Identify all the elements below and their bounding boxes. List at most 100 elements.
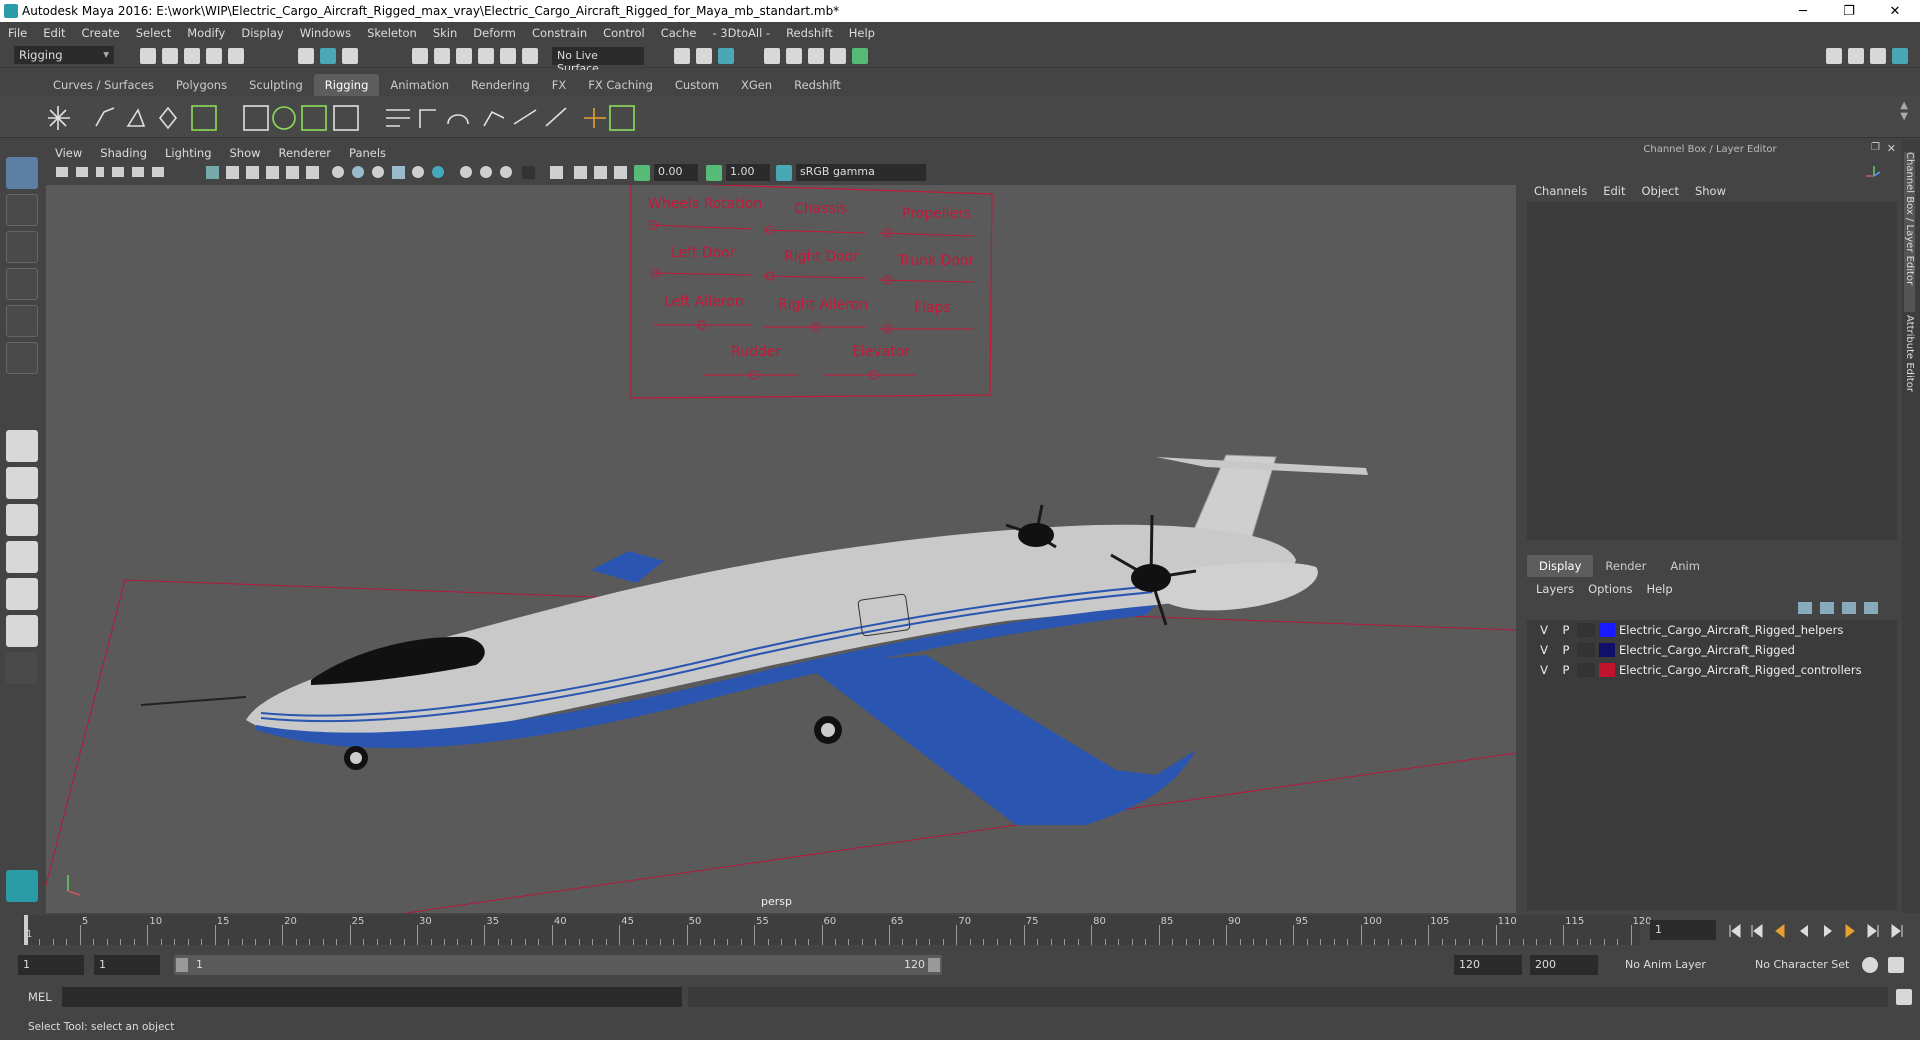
panel-menu-lighting[interactable]: Lighting	[156, 146, 220, 160]
menu-3dtoall[interactable]: - 3DtoAll -	[704, 26, 778, 40]
layer-name[interactable]: Electric_Cargo_Aircraft_Rigged	[1619, 643, 1795, 657]
render-settings-icon[interactable]	[808, 48, 824, 64]
menu-create[interactable]: Create	[74, 26, 128, 40]
four-view-layout-icon[interactable]	[6, 467, 38, 499]
menu-skin[interactable]: Skin	[425, 26, 465, 40]
side-tab-attribute-editor[interactable]: Attribute Editor	[1904, 315, 1915, 435]
playback-end-field[interactable]: 120	[1454, 955, 1522, 975]
panel-float-icon[interactable]: ❐	[1871, 142, 1880, 153]
hypershade-icon[interactable]	[830, 48, 846, 64]
maximize-button[interactable]: ❐	[1826, 0, 1872, 22]
input-ops-icon[interactable]	[674, 48, 690, 64]
toolbox-more-icon[interactable]	[6, 652, 38, 684]
tab-render[interactable]: Render	[1593, 555, 1658, 577]
snap-view-icon[interactable]	[478, 48, 494, 64]
layer-display-type[interactable]	[1577, 623, 1595, 637]
tab-rendering[interactable]: Rendering	[460, 74, 541, 96]
anim-start-field[interactable]: 1	[18, 955, 84, 975]
le-menu-help[interactable]: Help	[1646, 582, 1672, 596]
range-slider[interactable]: 1 120	[174, 955, 942, 975]
move-tool-icon[interactable]	[6, 268, 38, 300]
snap-vertex-icon[interactable]	[522, 48, 538, 64]
attribute-editor-toggle-icon[interactable]	[1870, 48, 1886, 64]
exposure-field[interactable]: 0.00	[654, 164, 698, 181]
layer-visibility-toggle[interactable]: V	[1533, 643, 1555, 657]
construction-history-icon[interactable]	[696, 48, 712, 64]
panel-close-icon[interactable]: ✕	[1887, 142, 1896, 155]
open-scene-icon[interactable]	[162, 48, 178, 64]
layer-display-type[interactable]	[1577, 663, 1595, 677]
menu-skeleton[interactable]: Skeleton	[359, 26, 425, 40]
rotate-tool-icon[interactable]	[6, 305, 38, 337]
cb-menu-object[interactable]: Object	[1642, 184, 1679, 198]
render-view-icon[interactable]	[718, 48, 734, 64]
gamma-icon[interactable]	[706, 165, 722, 181]
gamma-field[interactable]: 1.00	[726, 164, 770, 181]
menu-cache[interactable]: Cache	[653, 26, 705, 40]
time-slider[interactable]: 1 5 10 15 20 25 30 35 40 45 50 55 60 65 70 75 80 85 90 95 1…	[0, 915, 1920, 947]
single-perspective-layout-icon[interactable]	[6, 430, 38, 462]
menu-constrain[interactable]: Constrain	[524, 26, 595, 40]
menu-display[interactable]: Display	[233, 26, 291, 40]
menu-help[interactable]: Help	[841, 26, 883, 40]
tab-xgen[interactable]: XGen	[730, 74, 783, 96]
range-start-handle[interactable]	[176, 958, 188, 972]
layer-row[interactable]: V P Electric_Cargo_Aircraft_Rigged_contr…	[1527, 660, 1897, 680]
cb-menu-edit[interactable]: Edit	[1603, 184, 1625, 198]
menu-control[interactable]: Control	[595, 26, 653, 40]
layer-playback-toggle[interactable]: P	[1555, 623, 1577, 637]
paint-select-icon[interactable]	[6, 231, 38, 263]
cb-menu-show[interactable]: Show	[1695, 184, 1726, 198]
live-surface-field[interactable]: No Live Surface	[552, 47, 644, 75]
playback-start-field[interactable]: 1	[94, 955, 160, 975]
create-empty-layer-icon[interactable]	[1842, 602, 1856, 614]
menu-edit[interactable]: Edit	[35, 26, 73, 40]
layer-row[interactable]: V P Electric_Cargo_Aircraft_Rigged_helpe…	[1527, 620, 1897, 640]
tab-sculpting[interactable]: Sculpting	[238, 74, 314, 96]
snap-grid-icon[interactable]	[412, 48, 428, 64]
tab-fx-caching[interactable]: FX Caching	[577, 74, 664, 96]
menu-redshift[interactable]: Redshift	[778, 26, 841, 40]
tab-custom[interactable]: Custom	[664, 74, 730, 96]
menu-file[interactable]: File	[0, 26, 35, 40]
menu-select[interactable]: Select	[128, 26, 179, 40]
scale-tool-icon[interactable]	[6, 342, 38, 374]
persp-hypershade-layout-icon[interactable]	[6, 578, 38, 610]
le-menu-layers[interactable]: Layers	[1536, 582, 1574, 596]
menu-windows[interactable]: Windows	[292, 26, 359, 40]
panel-menu-shading[interactable]: Shading	[91, 146, 156, 160]
persp-outliner-layout-icon[interactable]	[6, 504, 38, 536]
layer-playback-toggle[interactable]: P	[1555, 643, 1577, 657]
snap-curve-icon[interactable]	[434, 48, 450, 64]
script-editor-icon[interactable]	[1896, 989, 1912, 1005]
mel-input[interactable]	[62, 987, 682, 1007]
menu-modify[interactable]: Modify	[179, 26, 233, 40]
animation-preferences-icon[interactable]	[1888, 957, 1904, 973]
current-frame-field[interactable]: 1	[1650, 920, 1716, 940]
tab-curves-surfaces[interactable]: Curves / Surfaces	[42, 74, 165, 96]
select-component-icon[interactable]	[342, 48, 358, 64]
lasso-tool-icon[interactable]	[6, 194, 38, 226]
close-button[interactable]: ✕	[1872, 0, 1918, 22]
panel-menu-view[interactable]: View	[46, 146, 91, 160]
tab-animation[interactable]: Animation	[379, 74, 460, 96]
render-frame-icon[interactable]	[764, 48, 780, 64]
time-ruler[interactable]: 1 5 10 15 20 25 30 35 40 45 50 55 60 65 70 75 80 85 90 95 1…	[22, 915, 1652, 945]
snap-surface-icon[interactable]	[500, 48, 516, 64]
panel-menu-panels[interactable]: Panels	[340, 146, 395, 160]
tab-rigging[interactable]: Rigging	[313, 74, 380, 96]
redshift-render-icon[interactable]	[852, 48, 868, 64]
channel-box-area[interactable]	[1527, 202, 1897, 540]
auto-key-icon[interactable]	[1862, 957, 1878, 973]
range-end-handle[interactable]	[928, 958, 940, 972]
menuset-dropdown[interactable]: Rigging	[14, 46, 114, 64]
ipr-render-icon[interactable]	[786, 48, 802, 64]
layer-name[interactable]: Electric_Cargo_Aircraft_Rigged_helpers	[1619, 623, 1843, 637]
le-menu-options[interactable]: Options	[1588, 582, 1632, 596]
snap-point-icon[interactable]	[456, 48, 472, 64]
perspective-viewport[interactable]: Wheels Rotation Chassis Propellers Left …	[46, 185, 1516, 913]
move-layer-down-icon[interactable]	[1820, 602, 1834, 614]
new-scene-icon[interactable]	[140, 48, 156, 64]
layer-playback-toggle[interactable]: P	[1555, 663, 1577, 677]
anim-end-field[interactable]: 200	[1530, 955, 1598, 975]
